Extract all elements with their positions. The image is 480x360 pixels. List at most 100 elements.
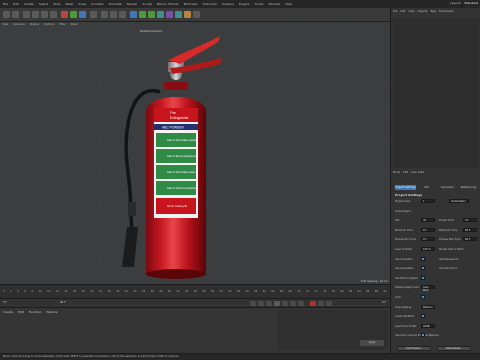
current-frame[interactable]: 0 F	[3, 301, 7, 304]
object-manager-list[interactable]	[393, 18, 479, 168]
attr-value-field[interactable]: 30	[421, 218, 435, 223]
vp-menu-cameras[interactable]: Cameras	[13, 23, 25, 26]
vp-menu-filter[interactable]: Filter	[59, 23, 65, 26]
attr-value-field-secondary[interactable]: 90 F	[463, 237, 477, 242]
attribute-menu-item-2[interactable]: User Data	[411, 171, 424, 174]
camera-icon[interactable]	[184, 11, 191, 18]
keyframe-selection-icon[interactable]	[326, 301, 332, 306]
menu-item-17[interactable]: Window	[268, 2, 280, 6]
attr-checkbox[interactable]	[421, 314, 425, 319]
menu-item-0[interactable]: File	[3, 2, 8, 6]
vp-menu-view[interactable]: View	[2, 23, 8, 26]
menu-item-18[interactable]: Help	[285, 2, 292, 6]
menu-item-8[interactable]: Simulate	[109, 2, 122, 6]
coordinates-manager[interactable]: Apply	[278, 310, 388, 350]
attr-value-field-secondary[interactable]: 90 F	[463, 227, 477, 232]
light-icon[interactable]	[193, 11, 200, 18]
tab-project-settings[interactable]: Project Settings	[395, 185, 416, 190]
menu-item-7[interactable]: Animate	[91, 2, 104, 6]
tab-referencing[interactable]: Referencing	[458, 185, 479, 190]
end-frame[interactable]: 90 F	[60, 301, 66, 304]
attr-unit-select[interactable]: Centimeters	[449, 199, 469, 203]
object-menu-item-3[interactable]: Objects	[418, 10, 428, 13]
y-axis-icon[interactable]	[70, 11, 77, 18]
render-view-icon[interactable]	[101, 11, 108, 18]
3d-viewport[interactable]: View Cameras Display Options Filter Pane…	[0, 22, 390, 284]
attr-value-field[interactable]: 0 F	[421, 237, 435, 242]
play-icon[interactable]	[274, 301, 280, 306]
object-menu-item-1[interactable]: Edit	[400, 10, 405, 13]
menu-item-12[interactable]: MoGraph	[184, 2, 198, 6]
attr-value-field[interactable]: sRGB	[421, 323, 435, 328]
apply-button[interactable]: Apply	[360, 340, 384, 346]
load-preset-button[interactable]: Load Preset...	[397, 346, 431, 351]
array-icon[interactable]	[157, 11, 164, 18]
render-picture-viewer-icon[interactable]	[110, 11, 117, 18]
attr-value-field-secondary[interactable]: 0 F	[463, 218, 477, 223]
object-menu-item-4[interactable]: Tags	[430, 10, 436, 13]
previous-key-icon[interactable]	[258, 301, 264, 306]
menu-item-3[interactable]: Select	[39, 2, 48, 6]
menu-texture[interactable]: Texture	[47, 310, 58, 314]
pen-icon[interactable]	[139, 11, 146, 18]
attr-checkbox[interactable]	[421, 266, 425, 271]
menu-item-5[interactable]: Mesh	[65, 2, 73, 6]
menu-item-14[interactable]: Pipeline	[222, 2, 234, 6]
live-selection-icon[interactable]	[23, 11, 30, 18]
layout-value[interactable]: Standard	[464, 1, 478, 5]
fire-extinguisher-model[interactable]: Fire Extinguisher ABC POWDER Safe for Fl…	[110, 22, 270, 284]
tab-info[interactable]: Info	[416, 185, 437, 190]
vp-menu-display[interactable]: Display	[30, 23, 40, 26]
menu-function[interactable]: Function	[29, 310, 42, 314]
undo-icon[interactable]	[3, 11, 10, 18]
attr-checkbox[interactable]	[421, 275, 425, 280]
menu-item-13[interactable]: Character	[202, 2, 217, 6]
cube-icon[interactable]	[130, 11, 137, 18]
record-icon[interactable]	[310, 301, 316, 306]
attribute-menu-item-1[interactable]: Edit	[403, 171, 408, 174]
floor-icon[interactable]	[175, 11, 182, 18]
menu-item-10[interactable]: Sculpt	[142, 2, 151, 6]
attr-value-field[interactable]: 100 %	[421, 247, 435, 251]
attribute-menu-item-0[interactable]: Mode	[393, 171, 400, 174]
menu-item-6[interactable]: Snap	[78, 2, 86, 6]
go-to-end-icon[interactable]	[298, 301, 304, 306]
z-axis-icon[interactable]	[79, 11, 86, 18]
autokey-icon[interactable]	[318, 301, 324, 306]
tab-dynamics[interactable]: Dynamics	[437, 185, 458, 190]
attr-checkbox[interactable]	[421, 256, 425, 261]
menu-item-15[interactable]: Plugins	[239, 2, 250, 6]
menu-item-16[interactable]: Script	[255, 2, 264, 6]
menu-item-1[interactable]: Edit	[13, 2, 19, 6]
attr-value-field[interactable]: 1	[421, 199, 435, 203]
render-settings-icon[interactable]	[119, 11, 126, 18]
attr-value-field[interactable]: Medium	[421, 304, 435, 309]
attr-value-field[interactable]: Gray Blue	[421, 285, 435, 292]
x-axis-icon[interactable]	[61, 11, 68, 18]
object-menu-item-0[interactable]: File	[393, 10, 397, 13]
previous-frame-icon[interactable]	[266, 301, 272, 306]
attr-checkbox[interactable]	[421, 295, 425, 299]
layout-selector[interactable]: Layout: Standard	[450, 1, 478, 5]
vp-menu-panel[interactable]: Panel	[71, 23, 78, 26]
save-preset-button[interactable]: Save Preset...	[437, 346, 471, 351]
subdivision-icon[interactable]	[148, 11, 155, 18]
move-tool-icon[interactable]	[32, 11, 39, 18]
menu-item-2[interactable]: Create	[24, 2, 34, 6]
redo-icon[interactable]	[12, 11, 19, 18]
menu-create[interactable]: Create	[3, 310, 13, 314]
object-menu-item-2[interactable]: View	[408, 10, 414, 13]
bend-deformer-icon[interactable]	[166, 11, 173, 18]
coordinate-system-icon[interactable]	[90, 11, 97, 18]
next-key-icon[interactable]	[290, 301, 296, 306]
menu-item-4[interactable]: Tools	[53, 2, 60, 6]
rotate-tool-icon[interactable]	[50, 11, 57, 18]
next-frame-icon[interactable]	[282, 301, 288, 306]
attr-value-field[interactable]: 0 F	[421, 227, 435, 232]
go-to-start-icon[interactable]	[250, 301, 256, 306]
vp-menu-options[interactable]: Options	[44, 23, 54, 26]
menu-item-9[interactable]: Render	[127, 2, 138, 6]
menu-edit[interactable]: Edit	[18, 310, 24, 314]
attr-checkbox[interactable]	[421, 333, 425, 338]
object-menu-item-5[interactable]: Bookmarks	[439, 10, 454, 13]
